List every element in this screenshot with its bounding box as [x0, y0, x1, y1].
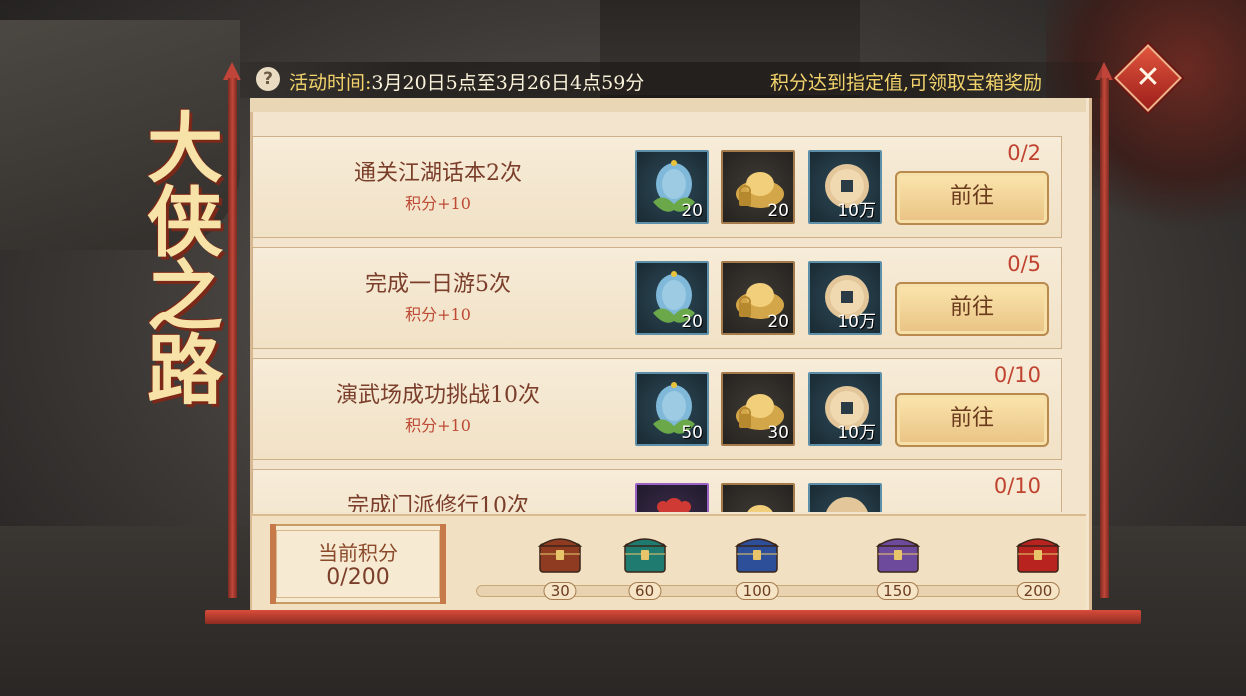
reward-item[interactable]: 50	[635, 372, 709, 446]
title-char: 路	[147, 326, 223, 415]
event-time-value: 3月20日5点至3月26日4点59分	[371, 72, 645, 94]
task-name: 完成一日游5次	[365, 272, 511, 297]
right-pole	[1100, 78, 1109, 598]
chest-threshold: 30	[543, 582, 577, 600]
reward-item[interactable]: 20	[721, 150, 795, 224]
task-progress: 0/5	[1007, 252, 1041, 276]
title-char: 侠	[147, 178, 223, 267]
reward-qty: 10万	[837, 201, 876, 221]
event-time: 活动时间:3月20日5点至3月26日4点59分	[289, 68, 644, 95]
left-pole	[228, 78, 237, 598]
gold-ingot-icon	[747, 505, 773, 512]
reward-item[interactable]	[635, 483, 709, 512]
event-time-label: 活动时间:	[289, 72, 372, 94]
task-card: 完成一日游5次 积分+10 0/5 20 20 10万 前往	[252, 247, 1062, 349]
go-button[interactable]: 前往	[895, 282, 1049, 336]
reward-item[interactable]: 20	[635, 261, 709, 335]
reward-qty: 10万	[837, 423, 876, 443]
go-button[interactable]: 前往	[895, 171, 1049, 225]
title-char: 之	[147, 252, 223, 341]
wooden-chest-icon[interactable]	[537, 530, 583, 574]
red-chest-icon[interactable]	[1015, 530, 1061, 574]
task-progress: 0/2	[1007, 141, 1041, 165]
task-name: 通关江湖话本2次	[354, 161, 522, 186]
jade-chest-icon[interactable]	[622, 530, 668, 574]
task-progress: 0/10	[993, 474, 1041, 498]
scroll-top-trim	[250, 98, 1086, 112]
task-name: 演武场成功挑战10次	[336, 383, 540, 408]
chest-threshold: 60	[628, 582, 662, 600]
chest-threshold: 200	[1016, 582, 1060, 600]
reward-qty: 20	[681, 201, 703, 221]
chest-threshold: 150	[876, 582, 919, 600]
reward-qty: 10万	[837, 312, 876, 332]
task-card: 通关江湖话本2次 积分+10 0/2 20 20 10万 前往	[252, 136, 1062, 238]
reward-item[interactable]: 20	[721, 261, 795, 335]
reward-item[interactable]: 10万	[808, 150, 882, 224]
reward-item[interactable]	[808, 483, 882, 512]
task-list[interactable]: 通关江湖话本2次 积分+10 0/2 20 20 10万 前往 完成一日游5次 …	[252, 112, 1064, 512]
task-points: 积分+10	[405, 416, 471, 435]
reward-item[interactable]	[721, 483, 795, 512]
scroll-bottom-rod	[205, 610, 1141, 624]
task-card: 演武场成功挑战10次 积分+10 0/10 50 30 10万 前往	[252, 358, 1062, 460]
purple-chest-icon[interactable]	[875, 530, 921, 574]
event-title: 大 侠 之 路	[130, 104, 240, 415]
task-points: 积分+10	[405, 305, 471, 324]
reward-item[interactable]: 20	[635, 150, 709, 224]
reward-qty: 20	[681, 312, 703, 332]
copper-coin-icon	[826, 497, 868, 512]
knot-ornament-icon	[657, 498, 691, 512]
chest-threshold: 100	[735, 582, 779, 600]
reward-item[interactable]: 10万	[808, 372, 882, 446]
help-icon[interactable]: ?	[256, 67, 280, 91]
title-char: 大	[147, 104, 223, 193]
reward-hint: 积分达到指定值,可领取宝箱奖励	[770, 72, 1043, 94]
current-score-label: 当前积分	[318, 541, 398, 565]
reward-qty: 50	[681, 423, 703, 443]
task-name: 完成门派修行10次	[347, 494, 529, 512]
task-progress: 0/10	[993, 363, 1041, 387]
reward-qty: 20	[767, 312, 789, 332]
close-icon[interactable]: ✕	[1124, 54, 1172, 102]
blue-chest-icon[interactable]	[734, 530, 780, 574]
task-card: 完成门派修行10次 0/10	[252, 469, 1062, 512]
reward-qty: 20	[767, 201, 789, 221]
reward-item[interactable]: 10万	[808, 261, 882, 335]
task-points: 积分+10	[405, 194, 471, 213]
reward-qty: 30	[767, 423, 789, 443]
current-score-value: 0/200	[326, 565, 390, 590]
reward-item[interactable]: 30	[721, 372, 795, 446]
go-button[interactable]: 前往	[895, 393, 1049, 447]
